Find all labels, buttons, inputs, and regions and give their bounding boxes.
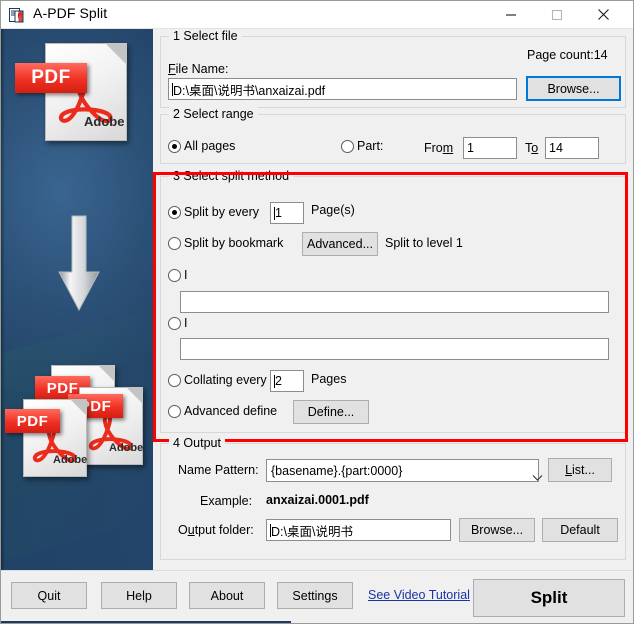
split-every-pages-input[interactable]: 1: [270, 202, 304, 224]
from-page-input[interactable]: 1: [463, 137, 517, 159]
radio-split-option-3-label: I: [184, 268, 188, 282]
split-option-4-input[interactable]: [180, 338, 609, 360]
browse-file-button[interactable]: Browse...: [526, 76, 621, 101]
radio-all-pages[interactable]: All pages: [168, 139, 235, 153]
adobe-wordmark: Adobe: [109, 442, 144, 454]
result-pdf-icon-front: Adobe PDF: [5, 399, 88, 477]
maximize-button[interactable]: [534, 1, 580, 28]
example-label: Example:: [200, 494, 253, 508]
video-tutorial-link[interactable]: See Video Tutorial: [368, 588, 470, 602]
radio-advanced-define[interactable]: Advanced define: [168, 404, 277, 418]
output-folder-label-a: O: [178, 523, 188, 537]
radio-all-pages-label: All pages: [184, 139, 236, 153]
file-name-input[interactable]: D:\桌面\说明书\anxaizai.pdf: [168, 78, 517, 100]
radio-split-option-4-label: I: [184, 316, 188, 330]
app-pdf-split-icon: [9, 7, 26, 24]
example-value: anxaizai.0001.pdf: [266, 493, 369, 507]
split-button[interactable]: Split: [473, 579, 625, 617]
adobe-wordmark: Adobe: [53, 454, 88, 466]
radio-all-pages-indicator: [168, 139, 181, 153]
to-label: To: [525, 141, 538, 155]
radio-collating-every[interactable]: Collating every: [168, 373, 267, 387]
from-label-mnemonic: m: [442, 141, 454, 155]
radio-split-option-3[interactable]: I: [168, 268, 187, 282]
to-label-mnemonic: o: [531, 141, 539, 155]
group-split-method-legend: 3 Select split method: [169, 169, 294, 183]
close-button[interactable]: [580, 1, 626, 28]
output-folder-label-mnemonic: u: [187, 523, 195, 537]
from-label-text: Fro: [424, 141, 443, 155]
source-pdf-icon: Adobe PDF: [15, 43, 127, 141]
quit-button[interactable]: Quit: [11, 582, 87, 609]
file-name-label: File Name:: [168, 62, 228, 76]
help-button[interactable]: Help: [101, 582, 177, 609]
group-select-range-legend: 2 Select range: [169, 107, 258, 121]
radio-split-by-every-label: Split by every: [184, 205, 260, 219]
split-option-3-input[interactable]: [180, 291, 609, 313]
app-window: A-PDF Split Adobe PDF PDF Adobe PDF Adob…: [0, 0, 634, 624]
decorative-side-panel: Adobe PDF PDF Adobe PDF Adobe PDF: [1, 29, 153, 570]
list-button-rest: ist...: [572, 463, 595, 477]
radio-split-by-bookmark-label: Split by bookmark: [184, 236, 284, 250]
default-output-folder-button[interactable]: Default: [542, 518, 618, 542]
radio-split-option-4[interactable]: I: [168, 316, 187, 330]
group-output-legend: 4 Output: [169, 436, 225, 450]
pages-unit-label: Page(s): [311, 203, 355, 217]
list-button[interactable]: List...: [548, 458, 612, 482]
output-folder-label-b: tput folder:: [194, 523, 254, 537]
about-button[interactable]: About: [189, 582, 265, 609]
radio-collating-every-indicator: [168, 373, 181, 387]
radio-collating-every-label: Collating every: [184, 373, 267, 387]
pdf-badge: PDF: [15, 63, 87, 93]
browse-output-folder-button[interactable]: Browse...: [459, 518, 535, 542]
radio-part-indicator: [341, 139, 354, 153]
radio-split-by-every[interactable]: Split by every: [168, 205, 259, 219]
collating-pages-input[interactable]: 2: [270, 370, 304, 392]
file-name-label-mnemonic: F: [168, 62, 176, 76]
radio-part-label: Part:: [357, 139, 384, 153]
name-pattern-label: Name Pattern:: [178, 463, 259, 477]
group-select-file-legend: 1 Select file: [169, 29, 242, 43]
collating-unit-label: Pages: [311, 372, 347, 386]
minimize-button[interactable]: [488, 1, 534, 28]
output-folder-label: Output folder:: [178, 523, 254, 537]
radio-advanced-define-indicator: [168, 404, 181, 418]
to-page-input[interactable]: 14: [545, 137, 599, 159]
adobe-wordmark: Adobe: [84, 114, 125, 129]
result-pdf-icon-right: Adobe PDF: [68, 387, 144, 465]
page-count-label: Page count:14: [527, 48, 608, 62]
radio-split-by-every-indicator: [168, 205, 181, 219]
title-bar: A-PDF Split: [1, 1, 633, 29]
from-label: From: [424, 141, 453, 155]
pdf-badge: PDF: [5, 409, 60, 433]
radio-advanced-define-label: Advanced define: [184, 404, 278, 418]
radio-split-option-3-indicator: [168, 268, 181, 282]
down-arrow-icon: [57, 214, 101, 314]
advanced-bookmark-button[interactable]: Advanced...: [302, 232, 378, 256]
radio-split-option-4-indicator: [168, 316, 181, 330]
radio-split-by-bookmark[interactable]: Split by bookmark: [168, 236, 283, 250]
output-folder-input[interactable]: D:\桌面\说明书: [266, 519, 451, 541]
list-button-mnemonic: L: [565, 463, 573, 477]
radio-part[interactable]: Part:: [341, 139, 383, 153]
define-button[interactable]: Define...: [293, 400, 369, 424]
name-pattern-value: {basename}.{part:0000}: [271, 463, 403, 478]
file-name-label-rest: ile Name:: [175, 62, 229, 76]
settings-button[interactable]: Settings: [277, 582, 353, 609]
radio-split-by-bookmark-indicator: [168, 236, 181, 250]
split-to-level-label: Split to level 1: [385, 236, 463, 250]
name-pattern-select[interactable]: {basename}.{part:0000}: [266, 459, 543, 482]
window-title: A-PDF Split: [33, 5, 108, 21]
main-content: 1 Select file Page count:14 File Name: D…: [153, 29, 633, 570]
